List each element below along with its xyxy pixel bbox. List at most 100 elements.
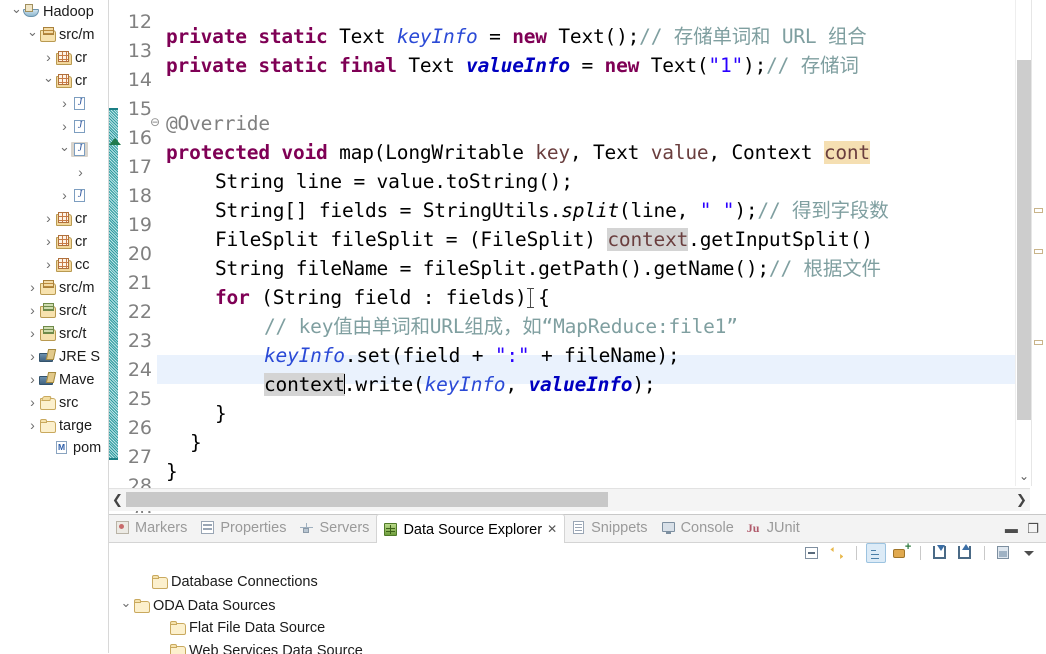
chevron-right-icon[interactable] xyxy=(42,46,55,71)
code-line-26[interactable]: } xyxy=(215,399,227,428)
tree-item-src-m[interactable]: src/m xyxy=(0,276,108,299)
tree-item-cr[interactable]: cr xyxy=(0,46,108,69)
chevron-down-icon[interactable] xyxy=(26,23,39,48)
chevron-right-icon[interactable] xyxy=(26,322,39,347)
tree-item-node-8[interactable] xyxy=(0,184,108,207)
chevron-right-icon[interactable] xyxy=(26,276,39,301)
tree-item-targe[interactable]: targe xyxy=(0,414,108,437)
view-menu-icon[interactable] xyxy=(1019,543,1039,563)
close-icon[interactable]: ✕ xyxy=(547,515,557,543)
scrollbar-thumb[interactable] xyxy=(1017,60,1031,420)
chevron-right-icon[interactable] xyxy=(58,115,71,140)
code-line-14[interactable]: private static final Text valueInfo = ne… xyxy=(166,51,859,80)
code-line-21[interactable]: String fileName = fileSplit.getPath().ge… xyxy=(215,254,881,283)
tree-item-src-t[interactable]: src/t xyxy=(0,322,108,345)
chevron-right-icon[interactable] xyxy=(42,253,55,278)
code-line-19[interactable]: String[] fields = StringUtils.split(line… xyxy=(215,196,889,225)
overview-ruler[interactable] xyxy=(1031,0,1046,486)
code-line-17[interactable]: protected void map(LongWritable key, Tex… xyxy=(166,138,870,167)
tab-markers[interactable]: Markers xyxy=(109,515,194,542)
tab-properties[interactable]: Properties xyxy=(194,515,293,542)
tree-item-mave[interactable]: Mave xyxy=(0,368,108,391)
import-icon[interactable] xyxy=(930,543,950,563)
chevron-right-icon[interactable] xyxy=(26,299,39,324)
scroll-left-arrow[interactable]: ❮ xyxy=(109,489,126,511)
code-text-area[interactable]: private static Text keyInfo = new Text()… xyxy=(157,0,1046,486)
dse-tree-item-web-services-data-source[interactable]: Web Services Data Source xyxy=(109,640,1046,654)
chevron-right-icon[interactable] xyxy=(58,92,71,117)
collapse-all-icon[interactable] xyxy=(802,543,822,563)
token-text: + fileName); xyxy=(529,344,680,367)
tab-console[interactable]: Console xyxy=(655,515,741,542)
minimize-view-icon[interactable]: ▬ xyxy=(1002,515,1020,542)
chevron-right-icon[interactable] xyxy=(26,345,39,370)
tree-item-cc[interactable]: cc xyxy=(0,253,108,276)
dse-tree-item-database-connections[interactable]: Database Connections xyxy=(109,571,1046,594)
tree-item-node-7[interactable] xyxy=(0,161,108,184)
code-line-28[interactable]: } xyxy=(166,457,178,486)
chevron-right-icon[interactable] xyxy=(26,391,39,416)
chevron-down-icon[interactable] xyxy=(10,0,23,25)
chevron-right-icon[interactable] xyxy=(74,161,87,186)
toolbar-separator xyxy=(983,546,985,560)
tree-item-jre-s[interactable]: JRE S xyxy=(0,345,108,368)
export-icon[interactable] xyxy=(955,543,975,563)
tree-item-cr[interactable]: cr xyxy=(0,230,108,253)
overview-marker[interactable] xyxy=(1034,249,1043,254)
code-line-18[interactable]: String line = value.toString(); xyxy=(215,167,573,196)
dse-tree-item-oda-data-sources[interactable]: ODA Data Sources xyxy=(109,594,1046,617)
tab-snippets[interactable]: Snippets xyxy=(565,515,654,542)
data-source-explorer-toolbar[interactable] xyxy=(801,541,1040,567)
data-source-explorer-tree[interactable]: Database Connections ODA Data Sources Flat… xyxy=(109,571,1046,654)
tree-item-src[interactable]: src xyxy=(0,391,108,414)
overview-marker[interactable] xyxy=(1034,340,1043,345)
overview-marker[interactable] xyxy=(1034,208,1043,213)
tab-data-source-explorer[interactable]: Data Source Explorer ✕ xyxy=(376,514,566,543)
chevron-right-icon[interactable] xyxy=(26,414,39,439)
tree-item-node-6[interactable] xyxy=(0,138,108,161)
scroll-down-arrow[interactable]: ⌄ xyxy=(1016,468,1032,484)
chevron-right-icon[interactable] xyxy=(26,368,39,393)
code-line-24[interactable]: keyInfo.set(field + ":" + fileName); xyxy=(264,341,680,370)
chevron-right-icon[interactable] xyxy=(58,184,71,209)
tab-junit[interactable]: JUnit xyxy=(741,515,807,542)
dse-tree-item-flat-file-data-source[interactable]: Flat File Data Source xyxy=(109,617,1046,640)
tree-item-src-m[interactable]: src/m xyxy=(0,23,108,46)
chevron-down-icon[interactable] xyxy=(42,69,55,94)
chevron-down-icon[interactable] xyxy=(119,594,133,619)
refresh-icon[interactable] xyxy=(827,543,847,563)
view-window-controls[interactable]: ▬ ❐ xyxy=(1002,515,1042,542)
view-tab-bar[interactable]: Markers Properties Servers Data Source Expl… xyxy=(109,514,1046,543)
code-line-23[interactable]: // key值由单词和URL组成，如“MapReduce:file1” xyxy=(264,312,738,341)
code-line-20[interactable]: FileSplit fileSplit = (FileSplit) contex… xyxy=(215,225,873,254)
code-line-25[interactable]: context.write(keyInfo, valueInfo); xyxy=(264,370,656,399)
maximize-view-icon[interactable]: ❐ xyxy=(1024,515,1042,542)
chevron-down-icon[interactable] xyxy=(58,138,71,163)
chevron-right-icon[interactable] xyxy=(42,230,55,255)
tree-item-src-t[interactable]: src/t xyxy=(0,299,108,322)
link-with-editor-icon[interactable] xyxy=(865,543,886,563)
editor-horizontal-scrollbar[interactable]: ❮ ❯ xyxy=(109,488,1030,511)
tree-item-node-4[interactable] xyxy=(0,92,108,115)
editor-gutter[interactable]: 121314151617181920212223242526272829 ⊖ xyxy=(109,0,160,513)
tree-item-pom[interactable]: pom xyxy=(0,437,108,460)
new-connection-icon[interactable] xyxy=(891,541,911,563)
tab-servers[interactable]: Servers xyxy=(293,515,376,542)
line-number-21: 21 xyxy=(127,272,152,294)
code-line-16[interactable]: @Override xyxy=(166,109,270,138)
chevron-right-icon[interactable] xyxy=(42,207,55,232)
line-number-15: 15 xyxy=(127,98,152,120)
scroll-right-arrow[interactable]: ❯ xyxy=(1013,489,1030,511)
tree-item-node-5[interactable] xyxy=(0,115,108,138)
token-brace: } xyxy=(190,431,202,454)
java-code-editor[interactable]: 121314151617181920212223242526272829 ⊖ p… xyxy=(109,0,1046,513)
scrollbar-thumb[interactable] xyxy=(126,492,608,507)
editor-vertical-scrollbar[interactable]: ⌄ xyxy=(1015,0,1032,486)
code-line-13[interactable]: private static Text keyInfo = new Text()… xyxy=(166,22,867,51)
tree-item-hadoop[interactable]: Hadoop xyxy=(0,0,108,23)
code-line-22[interactable]: for (String field : fields) { xyxy=(215,283,550,312)
code-line-27[interactable]: } xyxy=(190,428,202,457)
tree-item-cr[interactable]: cr xyxy=(0,207,108,230)
tree-item-cr[interactable]: cr xyxy=(0,69,108,92)
save-icon[interactable] xyxy=(993,543,1013,563)
